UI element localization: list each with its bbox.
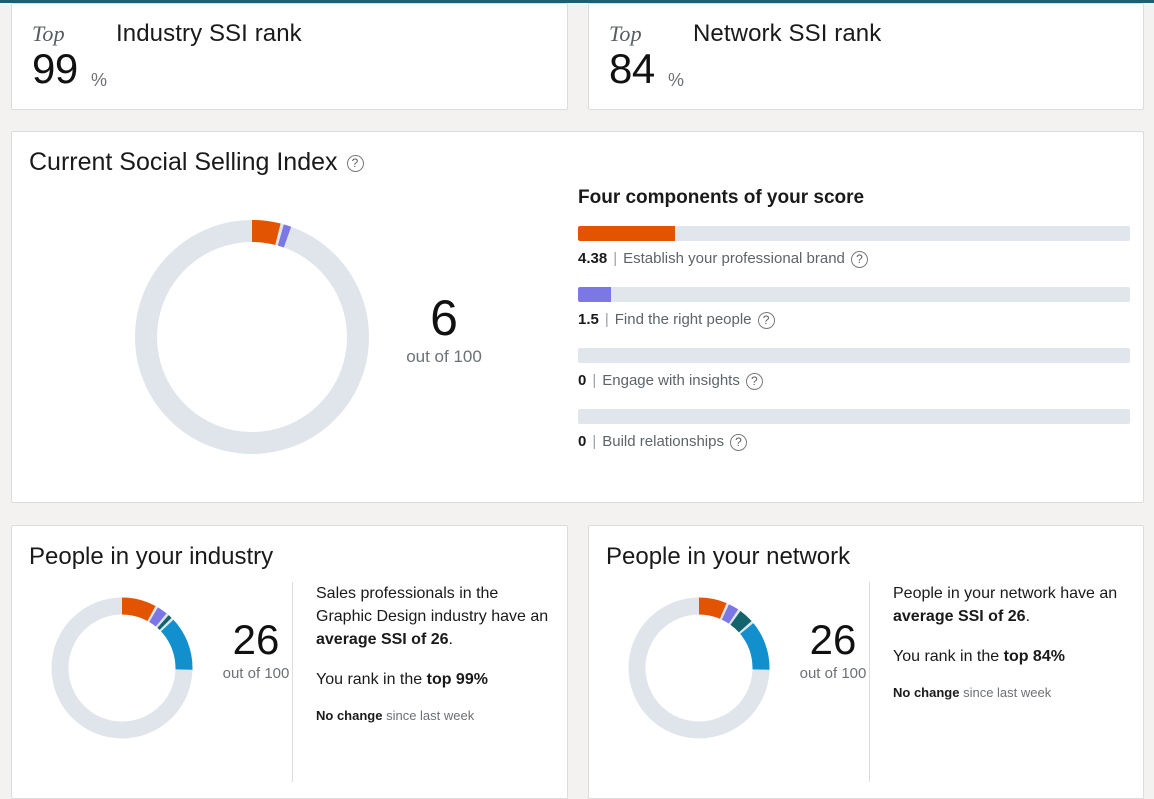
component-row-relationships: 0 | Build relationships ? bbox=[578, 409, 1140, 451]
change-status: No change bbox=[893, 685, 960, 700]
component-bar-track-insights bbox=[578, 348, 1130, 363]
component-name-relationships: Build relationships bbox=[602, 433, 724, 450]
para-bold: average SSI of 26 bbox=[316, 631, 449, 648]
people-industry-change-note: No change since last week bbox=[316, 708, 556, 723]
component-value-insights: 0 bbox=[578, 372, 587, 389]
network-donut bbox=[619, 588, 779, 753]
people-industry-paragraph-2: You rank in the top 99% bbox=[316, 668, 556, 691]
component-row-brand: 4.38 | Establish your professional brand… bbox=[578, 226, 1140, 268]
component-row-people: 1.5 | Find the right people ? bbox=[578, 287, 1140, 329]
current-ssi-card: Current Social Selling Index ? 6 out of … bbox=[11, 131, 1144, 503]
card-divider bbox=[869, 582, 870, 782]
component-label-people: 1.5 | Find the right people ? bbox=[578, 311, 1140, 329]
people-network-change-note: No change since last week bbox=[893, 685, 1133, 700]
question-icon[interactable]: ? bbox=[346, 155, 364, 172]
people-industry-score-block: 26 out of 100 bbox=[201, 616, 311, 683]
para-text: You rank in the bbox=[316, 671, 427, 688]
people-industry-title: People in your industry bbox=[29, 543, 274, 570]
network-rank-unit: % bbox=[668, 70, 685, 90]
people-network-paragraph-2: You rank in the top 84% bbox=[893, 645, 1133, 668]
people-network-text: People in your network have an average S… bbox=[893, 582, 1133, 700]
donut-track bbox=[135, 220, 369, 454]
people-network-score-value: 26 bbox=[809, 616, 857, 663]
donut-track bbox=[51, 597, 193, 739]
component-name-brand: Establish your professional brand bbox=[623, 250, 845, 267]
industry-rank-unit: % bbox=[91, 70, 108, 90]
people-in-network-card: People in your network 26 out of 100 Peo… bbox=[588, 525, 1144, 799]
people-network-chart-area: 26 out of 100 bbox=[603, 582, 868, 782]
para-tail: . bbox=[448, 631, 453, 648]
component-label-brand: 4.38 | Establish your professional brand… bbox=[578, 250, 1140, 268]
components-title: Four components of your score bbox=[578, 187, 865, 208]
component-value-brand: 4.38 bbox=[578, 250, 608, 267]
component-bar-fill-brand bbox=[578, 226, 675, 241]
network-rank-value: 84 bbox=[609, 45, 655, 92]
question-icon[interactable]: ? bbox=[757, 312, 775, 329]
people-in-industry-card: People in your industry 26 out of 100 Sa… bbox=[11, 525, 568, 799]
current-ssi-title: Current Social Selling Index bbox=[29, 148, 338, 176]
people-network-title: People in your network bbox=[606, 543, 851, 570]
people-industry-score-suffix: out of 100 bbox=[222, 665, 290, 682]
component-row-insights: 0 | Engage with insights ? bbox=[578, 348, 1140, 390]
change-period: since last week bbox=[382, 708, 475, 723]
component-label-relationships: 0 | Build relationships ? bbox=[578, 433, 1140, 451]
ssi-score-value: 6 bbox=[430, 290, 458, 346]
ssi-donut-svg bbox=[135, 220, 369, 454]
change-period: since last week bbox=[959, 685, 1052, 700]
ssi-score-block: 6 out of 100 bbox=[384, 292, 504, 367]
component-label-insights: 0 | Engage with insights ? bbox=[578, 372, 1140, 390]
current-ssi-header: Current Social Selling Index ? bbox=[29, 148, 364, 177]
component-separator: | bbox=[592, 372, 597, 389]
component-bar-fill-people bbox=[578, 287, 612, 302]
ssi-donut bbox=[122, 207, 382, 472]
para-text: You rank in the bbox=[893, 648, 1004, 665]
component-separator: | bbox=[613, 250, 618, 267]
industry-rank-title: Industry SSI rank bbox=[116, 20, 302, 47]
ssi-dashboard: Top Industry SSI rank 99 % Top Network S… bbox=[0, 0, 1154, 799]
card-divider bbox=[292, 582, 293, 782]
component-separator: | bbox=[592, 433, 597, 450]
people-network-score-block: 26 out of 100 bbox=[778, 616, 888, 683]
people-industry-text: Sales professionals in the Graphic Desig… bbox=[316, 582, 556, 723]
industry-rank-card: Top Industry SSI rank 99 % bbox=[11, 3, 568, 110]
component-value-relationships: 0 bbox=[578, 433, 587, 450]
ssi-score-suffix: out of 100 bbox=[406, 347, 482, 366]
industry-rank-prefix: Top bbox=[32, 21, 65, 46]
component-name-people: Find the right people bbox=[614, 311, 752, 328]
question-icon[interactable]: ? bbox=[745, 373, 763, 390]
people-industry-paragraph-1: Sales professionals in the Graphic Desig… bbox=[316, 582, 556, 651]
para-bold: average SSI of 26 bbox=[893, 608, 1026, 625]
component-name-insights: Engage with insights bbox=[602, 372, 740, 389]
people-network-paragraph-1: People in your network have an average S… bbox=[893, 582, 1133, 628]
people-industry-score-value: 26 bbox=[232, 616, 280, 663]
components-panel: Four components of your score 4.38 | Est… bbox=[578, 187, 1140, 470]
network-rank-title: Network SSI rank bbox=[693, 20, 882, 47]
people-industry-chart-area: 26 out of 100 bbox=[26, 582, 291, 782]
network-rank-prefix: Top bbox=[609, 21, 642, 46]
question-icon[interactable]: ? bbox=[850, 251, 868, 268]
component-bar-track-brand bbox=[578, 226, 1130, 241]
para-bold: top 99% bbox=[426, 671, 488, 688]
component-bar-track-people bbox=[578, 287, 1130, 302]
component-bar-track-relationships bbox=[578, 409, 1130, 424]
network-rank-card: Top Network SSI rank 84 % bbox=[588, 3, 1144, 110]
para-bold: top 84% bbox=[1003, 648, 1065, 665]
industry-donut bbox=[42, 588, 202, 753]
people-network-score-suffix: out of 100 bbox=[799, 665, 867, 682]
component-separator: | bbox=[604, 311, 609, 328]
industry-donut-svg bbox=[51, 597, 193, 739]
industry-rank-value: 99 bbox=[32, 45, 78, 92]
component-value-people: 1.5 bbox=[578, 311, 599, 328]
change-status: No change bbox=[316, 708, 383, 723]
para-text: Sales professionals in the Graphic Desig… bbox=[316, 585, 549, 625]
para-text: People in your network have an bbox=[893, 585, 1118, 602]
network-donut-svg bbox=[628, 597, 770, 739]
para-tail: . bbox=[1025, 608, 1030, 625]
question-icon[interactable]: ? bbox=[730, 434, 747, 451]
